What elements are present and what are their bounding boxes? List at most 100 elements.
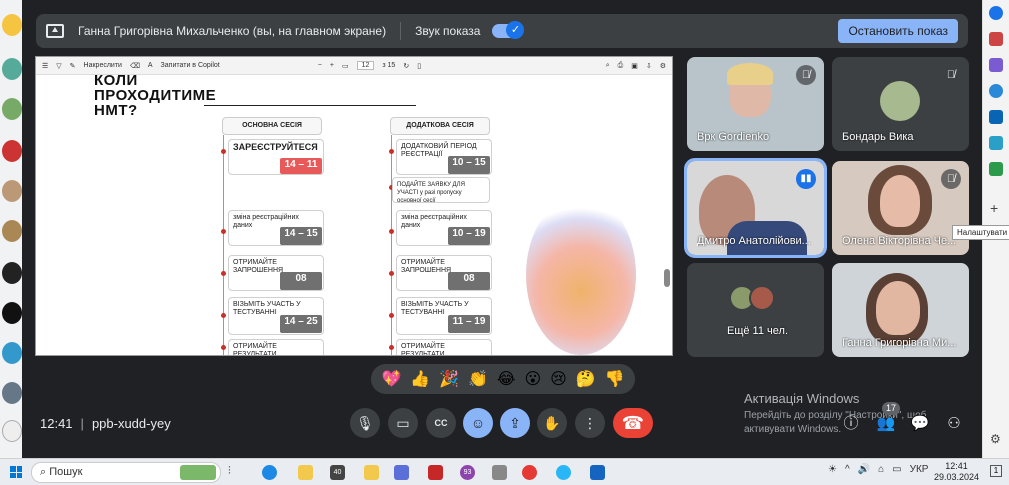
main-session-header: ОСНОВНА СЕСІЯ (222, 117, 322, 135)
scrollbar-thumb[interactable] (664, 269, 670, 287)
weather-icon[interactable]: ☀ (828, 464, 837, 475)
desktop-icon[interactable] (2, 420, 22, 442)
page-view-icon[interactable]: ▯ (417, 62, 421, 70)
print-icon[interactable]: ⎙ (618, 62, 624, 70)
app-icon[interactable] (492, 465, 507, 480)
more-icon: ⋮ (583, 415, 597, 431)
viber-icon[interactable]: 93 (460, 465, 475, 480)
mic-off-icon: 🎙̸ (941, 65, 961, 85)
start-button[interactable] (10, 466, 22, 478)
desktop-icon[interactable] (2, 58, 22, 80)
save-icon[interactable]: ▣ (631, 62, 638, 70)
file-explorer-icon[interactable] (298, 465, 313, 480)
notification-icon[interactable]: 1 (990, 465, 1002, 477)
surprised-reaction[interactable]: 😮 (524, 369, 541, 389)
participant-tile-speaking[interactable]: ▮▮ Дмитро Анатолійови... (684, 158, 827, 258)
main-step-date: 08 (280, 272, 322, 290)
thumbs-up-reaction[interactable]: 👍 (410, 369, 430, 389)
present-button[interactable]: ⇪ (500, 408, 530, 438)
desktop-icon[interactable] (2, 382, 22, 404)
add-icon[interactable]: + (990, 200, 998, 216)
draw-label[interactable]: Накреслити (84, 62, 122, 69)
desktop-icon[interactable] (2, 262, 22, 284)
party-reaction[interactable]: 🎉 (439, 369, 459, 389)
draw-icon[interactable]: ✎ (70, 62, 76, 70)
participant-tile[interactable]: 🎙̸ Бондарь Вика (832, 57, 969, 151)
save-as-icon[interactable]: ⇩ (646, 62, 652, 70)
clap-reaction[interactable]: 👏 (468, 369, 488, 389)
activities-button[interactable]: ⚇ (944, 414, 964, 434)
read-aloud-icon[interactable]: A (148, 62, 153, 69)
more-options-button[interactable]: ⋮ (575, 408, 605, 438)
desktop-icon[interactable] (2, 302, 22, 324)
desktop-icons-strip (0, 0, 22, 458)
network-icon[interactable]: ⌂ (878, 464, 884, 475)
fit-icon[interactable]: ▭ (342, 62, 349, 70)
desktop-icon[interactable] (2, 98, 22, 120)
copilot-icon[interactable] (989, 84, 1003, 98)
copilot-label[interactable]: Запитати в Copilot (161, 62, 220, 69)
thinking-reaction[interactable]: 🤔 (576, 369, 596, 389)
tray-chevron-icon[interactable]: ^ (845, 464, 850, 475)
word-icon[interactable] (590, 465, 605, 480)
thumbs-down-reaction[interactable]: 👎 (605, 369, 625, 389)
sad-reaction[interactable]: 😢 (550, 369, 567, 389)
chrome-icon[interactable] (522, 465, 537, 480)
pdf-scrollbar[interactable] (664, 79, 670, 353)
task-view-icon[interactable]: ⫶ (228, 465, 243, 480)
avatar (880, 81, 920, 121)
sound-toggle[interactable] (492, 21, 525, 39)
page-number-input[interactable]: 12 (356, 61, 375, 70)
search-icon[interactable]: ⌕ (606, 62, 610, 70)
eraser-icon[interactable]: ⌫ (130, 62, 140, 70)
desktop-icon[interactable] (2, 14, 22, 36)
desktop-icon[interactable] (2, 180, 22, 202)
battery-icon[interactable]: ▭ (892, 464, 901, 475)
store-icon[interactable] (428, 465, 443, 480)
widget-icon[interactable] (180, 465, 216, 480)
participant-tile-self[interactable]: Ганна Григорівна Ми... (832, 263, 969, 357)
games-icon[interactable] (989, 58, 1003, 72)
shopping-icon[interactable] (989, 136, 1003, 150)
participant-tile[interactable]: 🎙̸ Врк Gordienko (687, 57, 824, 151)
folder-icon[interactable] (364, 465, 379, 480)
edge-icon[interactable] (262, 465, 277, 480)
desktop-icon[interactable] (2, 220, 22, 242)
copilot-taskbar-icon[interactable] (394, 465, 409, 480)
pin-icon[interactable] (989, 6, 1003, 20)
camera-button[interactable]: ▭ (388, 408, 418, 438)
outlook-icon[interactable] (989, 110, 1003, 124)
stop-presenting-button[interactable]: Остановить показ (838, 19, 958, 43)
zoom-in-icon[interactable]: + (330, 62, 334, 69)
volume-icon[interactable]: 🔊 (858, 464, 870, 475)
chat-button[interactable]: 💬 (910, 414, 930, 434)
taskbar-clock[interactable]: 12:41 29.03.2024 (934, 461, 979, 483)
emoji-button[interactable]: ☺ (463, 408, 493, 438)
search-icon: ⌕ (40, 466, 50, 478)
toolbox-icon[interactable] (989, 32, 1003, 46)
raise-hand-button[interactable]: ✋ (537, 408, 567, 438)
captions-icon: CC (434, 418, 448, 428)
heart-reaction[interactable]: 💖 (381, 369, 401, 389)
meeting-code: ppb-xudd-yey (91, 416, 171, 431)
rotate-icon[interactable]: ↻ (403, 62, 409, 70)
highlight-icon[interactable]: ▽ (56, 62, 61, 70)
participant-tile[interactable]: 🎙̸ Олена Вікторівна Че... (832, 161, 969, 255)
desktop-icon[interactable] (2, 342, 22, 364)
info-button[interactable]: ⓘ (841, 414, 861, 434)
app-icon[interactable]: 40 (330, 465, 345, 480)
more-participants-tile[interactable]: Ещё 11 чел. (687, 263, 824, 357)
gear-icon[interactable]: ⚙ (990, 432, 1001, 446)
settings-icon[interactable]: ⚙ (660, 62, 666, 70)
language-indicator[interactable]: УКР (910, 464, 929, 475)
tools-icon[interactable] (989, 162, 1003, 176)
zoom-out-icon[interactable]: − (318, 62, 322, 69)
telegram-icon[interactable] (556, 465, 571, 480)
people-button[interactable]: 👥 17 (876, 402, 901, 434)
captions-button[interactable]: CC (426, 408, 456, 438)
mic-button[interactable]: 🎙 (350, 408, 380, 438)
list-icon[interactable]: ☰ (42, 62, 48, 70)
desktop-icon[interactable] (2, 140, 22, 162)
hangup-button[interactable]: ☎ (613, 408, 653, 438)
laugh-reaction[interactable]: 😂 (497, 369, 516, 389)
